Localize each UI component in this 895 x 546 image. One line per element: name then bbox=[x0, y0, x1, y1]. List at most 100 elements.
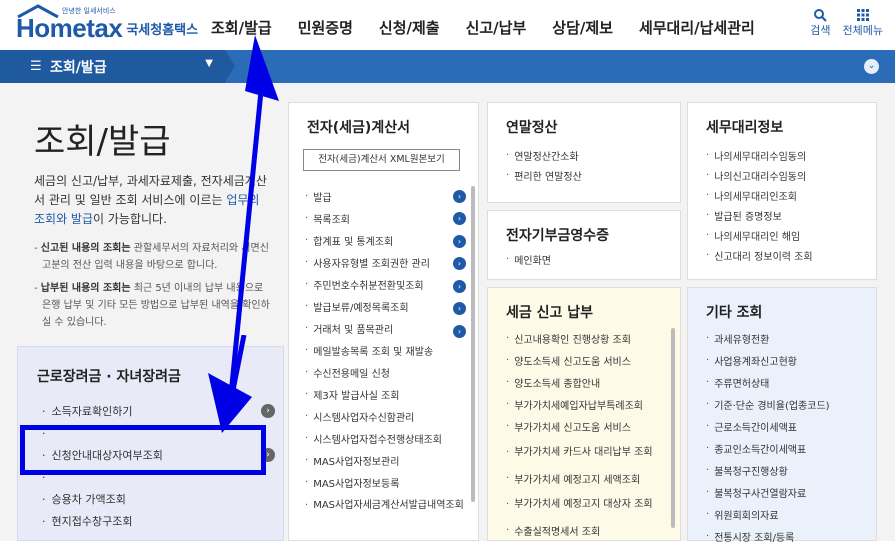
etax-item[interactable]: 목록조회 bbox=[305, 208, 470, 228]
search-button[interactable]: 검색 bbox=[810, 8, 831, 38]
donation-title: 전자기부금영수증 bbox=[506, 228, 610, 244]
etax-item-label: MAS사업자정보관리 bbox=[313, 456, 400, 468]
arrow-right-icon[interactable]: › bbox=[453, 190, 466, 203]
etax-item[interactable]: 합계표 및 통계조회 bbox=[305, 230, 470, 250]
other-item[interactable]: 전통시장 조회/등록 bbox=[706, 526, 830, 546]
arrow-right-icon[interactable]: › bbox=[453, 257, 466, 270]
section-dropdown[interactable]: ☰ 조회/발급 ▼ bbox=[0, 50, 225, 83]
page-title: 조회/발급 bbox=[34, 122, 171, 162]
taxfiling-item[interactable]: 부가가치세 신고도움 서비스 bbox=[506, 416, 666, 436]
section-dropdown-label: 조회/발급 bbox=[50, 59, 107, 76]
agent-item-label: 발급된 증명정보 bbox=[714, 211, 782, 223]
yearend-title: 연말정산 bbox=[506, 120, 558, 136]
etax-item[interactable]: 발급보류/예정목록조회 bbox=[305, 296, 470, 316]
subsidy-item-car-value[interactable]: 승용차 가액조회 bbox=[42, 488, 272, 510]
etax-scrollbar[interactable] bbox=[471, 186, 475, 502]
agent-item[interactable]: 나의세무대리인조회 bbox=[706, 185, 813, 205]
subsidy-title: 근로장려금 · 자녀장려금 bbox=[37, 369, 181, 385]
other-item[interactable]: 과세유형전환 bbox=[706, 328, 830, 348]
other-item[interactable]: 주류면허상태 bbox=[706, 372, 830, 392]
expand-chevron-icon[interactable]: ⌄ bbox=[864, 59, 879, 74]
subsidy-item-income[interactable]: 소득자료확인하기 › bbox=[42, 400, 275, 422]
note-2: - 납부된 내용의 조회는 최근 5년 이내의 납부 내용으로 은행 납부 및 … bbox=[34, 283, 270, 328]
taxfiling-item[interactable]: 부가가치세예입자납부특례조회 bbox=[506, 394, 666, 414]
taxfiling-item-label: 양도소득세 종합안내 bbox=[514, 378, 601, 390]
etax-item[interactable]: MAS사업자세금계산서발급내역조회 bbox=[305, 494, 470, 518]
other-item[interactable]: 불복청구사건열람자료 bbox=[706, 482, 830, 502]
donation-item[interactable]: 메인화면 bbox=[506, 249, 551, 269]
taxfiling-title: 세금 신고 납부 bbox=[506, 305, 594, 321]
xml-view-button[interactable]: 전자(세금)계산서 XML원본보기 bbox=[303, 149, 460, 171]
nav-item-inquiry[interactable]: 조회/발급 bbox=[211, 17, 272, 38]
subsidy-item-label: 소득자료확인하기 bbox=[51, 405, 133, 418]
taxfiling-item[interactable]: 양도소득세 종합안내 bbox=[506, 372, 666, 392]
taxfiling-item-label: 부가가치세 예정고지 대상자 조회 bbox=[514, 498, 653, 510]
etax-item[interactable]: 거래처 및 품목관리 bbox=[305, 318, 470, 338]
arrow-right-icon[interactable]: › bbox=[453, 325, 466, 338]
nav-item-apply[interactable]: 신청/제출 bbox=[379, 17, 440, 38]
other-item[interactable]: 기준·단순 경비율(업종코드) bbox=[706, 394, 829, 414]
taxfiling-item[interactable]: 부가가치세 예정고지 세액조회 bbox=[506, 468, 666, 488]
agent-item[interactable]: 발급된 증명정보 bbox=[706, 205, 813, 225]
other-item[interactable]: 사업용계좌신고현황 bbox=[706, 350, 830, 370]
etax-item[interactable]: 주민번호수취분전환및조회 bbox=[305, 274, 470, 294]
taxfiling-item[interactable]: 부가가치세 카드사 대리납부 조회 bbox=[506, 438, 666, 466]
etax-item[interactable]: MAS사업자정보등록 bbox=[305, 472, 470, 492]
other-title: 기타 조회 bbox=[706, 305, 763, 321]
taxfiling-item[interactable]: 부가가치세 예정고지 대상자 조회 bbox=[506, 490, 666, 518]
yearend-item-label: 편리한 연말정산 bbox=[514, 171, 582, 183]
taxfiling-item-label: 양도소득세 신고도움 서비스 bbox=[514, 356, 631, 368]
other-item[interactable]: 불복청구진행상황 bbox=[706, 460, 830, 480]
etax-list: 발급 목록조회 합계표 및 통계조회 사용자유형별 조회권한 관리 주민번호수취… bbox=[305, 186, 470, 518]
agent-item-label: 나의신고대리수임동의 bbox=[714, 171, 807, 183]
etax-item[interactable]: 수신전용메일 신청 bbox=[305, 362, 470, 382]
etax-item-label: 발급보류/예정목록조회 bbox=[313, 302, 409, 314]
etax-item[interactable]: 제3자 발급사실 조회 bbox=[305, 384, 470, 404]
taxfiling-item-label: 부가가치세 카드사 대리납부 조회 bbox=[514, 446, 653, 458]
etax-item[interactable]: 메일발송목록 조회 및 재발송 bbox=[305, 340, 470, 360]
nav-item-agent[interactable]: 세무대리/납세관리 bbox=[639, 17, 755, 38]
other-item[interactable]: 위원회회의자료 bbox=[706, 504, 830, 524]
yearend-item[interactable]: 편리한 연말정산 bbox=[506, 165, 582, 185]
taxfiling-item-label: 부가가치세 신고도움 서비스 bbox=[514, 422, 631, 434]
top-header: 안녕한 일세서비스 Hometax 국세청홈택스 조회/발급 민원증명 신청/제… bbox=[0, 0, 895, 50]
all-menu-label: 전체메뉴 bbox=[842, 24, 883, 37]
arrow-right-icon[interactable]: › bbox=[453, 280, 466, 293]
etax-item[interactable]: 시스템사업자수신함관리 bbox=[305, 406, 470, 426]
yearend-panel: 연말정산 연말정산간소화 편리한 연말정산 bbox=[487, 102, 681, 203]
all-menu-button[interactable]: 전체메뉴 bbox=[843, 8, 883, 38]
nav-item-consult[interactable]: 상담/제보 bbox=[552, 17, 613, 38]
agent-item[interactable]: 나의신고대리수임동의 bbox=[706, 165, 813, 185]
agent-item[interactable]: 나의세무대리인 해임 bbox=[706, 225, 813, 245]
etax-item-label: MAS사업자세금계산서발급내역조회 bbox=[313, 500, 464, 511]
etax-item[interactable]: 발급 bbox=[305, 186, 470, 206]
other-item-label: 주류면허상태 bbox=[714, 378, 770, 390]
page-notes: - 신고된 내용의 조회는 관할세무서의 자료처리와 서면신고분의 전산 입력 … bbox=[34, 240, 274, 337]
annotation-highlight-box bbox=[20, 425, 266, 475]
agent-item[interactable]: 신고대리 정보이력 조회 bbox=[706, 245, 813, 265]
etax-title: 전자(세금)계산서 bbox=[307, 120, 410, 136]
etax-item[interactable]: 사용자유형별 조회권한 관리 bbox=[305, 252, 470, 272]
yearend-item[interactable]: 연말정산간소화 bbox=[506, 145, 582, 165]
etax-item[interactable]: 시스템사업자접수전행상태조회 bbox=[305, 428, 470, 448]
taxfiling-scrollbar[interactable] bbox=[671, 328, 675, 528]
nav-item-filing[interactable]: 신고/납부 bbox=[466, 17, 527, 38]
arrow-right-icon[interactable]: › bbox=[453, 212, 466, 225]
arrow-right-icon[interactable]: › bbox=[453, 235, 466, 248]
other-item[interactable]: 근로소득간이세액표 bbox=[706, 416, 830, 436]
page-description: 세금의 신고/납부, 과세자료제출, 전자세금계산서 관리 및 일반 조회 서비… bbox=[34, 172, 274, 229]
taxfiling-list: 신고내용확인 진행상황 조회 양도소득세 신고도움 서비스 양도소득세 종합안내… bbox=[506, 328, 666, 540]
agent-item-label: 신고대리 정보이력 조회 bbox=[714, 251, 813, 263]
taxfiling-item[interactable]: 수출실적명세서 조회 bbox=[506, 520, 666, 540]
etax-item[interactable]: MAS사업자정보관리 bbox=[305, 450, 470, 470]
taxfiling-item[interactable]: 양도소득세 신고도움 서비스 bbox=[506, 350, 666, 370]
agent-item[interactable]: 나의세무대리수임동의 bbox=[706, 145, 813, 165]
taxfiling-item[interactable]: 신고내용확인 진행상황 조회 bbox=[506, 328, 666, 348]
nav-item-civil[interactable]: 민원증명 bbox=[298, 17, 353, 38]
hometax-logo[interactable]: 안녕한 일세서비스 Hometax 국세청홈택스 bbox=[16, 4, 198, 42]
subsidy-item-onsite[interactable]: 현지접수창구조회 bbox=[42, 510, 272, 532]
logo-roof-icon bbox=[17, 4, 59, 18]
other-item[interactable]: 종교인소득간이세액표 bbox=[706, 438, 830, 458]
etax-item-label: 제3자 발급사실 조회 bbox=[313, 390, 400, 402]
arrow-right-icon[interactable]: › bbox=[453, 302, 466, 315]
